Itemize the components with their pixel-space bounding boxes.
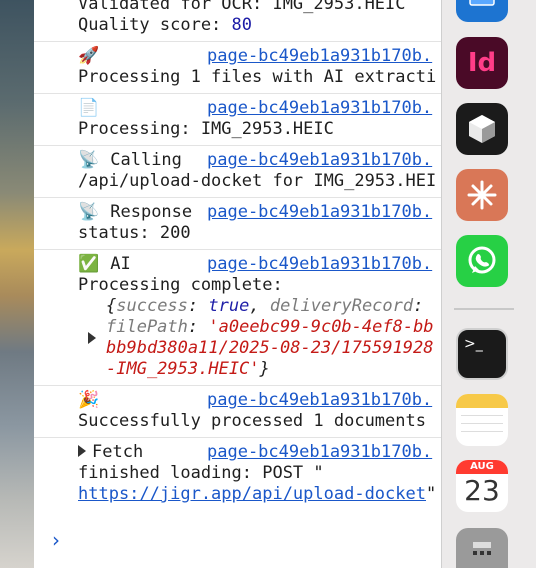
- source-link[interactable]: page-bc49eb1a931b170b.: [207, 98, 432, 119]
- console-message: status: 200: [78, 223, 191, 243]
- source-link[interactable]: page-bc49eb1a931b170b.: [207, 46, 432, 67]
- outlook-icon: [469, 0, 495, 6]
- object-key: success: [116, 296, 188, 316]
- calculator-app-icon[interactable]: [456, 528, 508, 568]
- console-message: /api/upload-docket for IMG_2953.HEI: [78, 171, 437, 191]
- console-message-head: AI: [110, 254, 131, 274]
- console-message-url-line: https://jigr.app/api/upload-docket": [72, 484, 454, 505]
- object-key: deliveryRecord: [269, 296, 414, 316]
- source-link[interactable]: page-bc49eb1a931b170b.: [207, 390, 432, 411]
- satellite-icon: 📡: [78, 202, 100, 222]
- console-entry: 🎉 page-bc49eb1a931b170b. Successfully pro…: [34, 386, 454, 438]
- terminal-prompt-glyph: >_: [464, 336, 483, 352]
- phone-bubble-icon: [468, 246, 496, 274]
- 3d-app-icon[interactable]: [456, 103, 508, 155]
- object-brace: {: [106, 296, 117, 316]
- desktop-background: [0, 0, 34, 568]
- request-url-link[interactable]: https://jigr.app/api/upload-docket: [78, 484, 426, 504]
- object-colon: :: [187, 317, 209, 337]
- rocket-icon: 🚀: [78, 46, 100, 66]
- calendar-day: 23: [464, 474, 500, 507]
- expand-triangle-icon[interactable]: [88, 332, 96, 344]
- party-popper-icon: 🎉: [78, 390, 100, 410]
- object-comma: ,: [249, 296, 270, 316]
- asterisk-icon: [467, 180, 497, 210]
- object-brace: }: [259, 359, 270, 379]
- console-entry: 📄 page-bc49eb1a931b170b. Processing: IMG_…: [34, 94, 454, 146]
- console-prompt-icon[interactable]: ›: [52, 530, 60, 551]
- console-message: Processing complete:: [78, 275, 283, 295]
- console-message-head: Fetch: [92, 442, 144, 462]
- console-entry: 📡 Response page-bc49eb1a931b170b. status:…: [34, 198, 454, 250]
- object-colon: :: [187, 296, 209, 316]
- console-message: Validated for OCR: IMG_2953.HEIC: [78, 0, 406, 14]
- outlook-app-icon[interactable]: [456, 0, 508, 22]
- object-key: filePath: [106, 317, 188, 337]
- claude-app-icon[interactable]: [456, 169, 508, 221]
- console-message: Successfully processed 1 documents: [78, 411, 426, 431]
- console-message-head: Response: [110, 202, 193, 222]
- calculator-icon: [473, 542, 491, 555]
- object-colon: :: [413, 296, 424, 316]
- calendar-month: AUG: [456, 460, 508, 474]
- dock-separator: [454, 308, 514, 310]
- console-message-continued: Quality score: 80: [78, 15, 454, 36]
- console-entry: 📡 Calling page-bc49eb1a931b170b. /api/upl…: [34, 146, 454, 198]
- dock: Id >_ AUG 23: [441, 0, 536, 568]
- satellite-icon: 📡: [78, 150, 100, 170]
- console-entry: 🚀 page-bc49eb1a931b170b. Processing 1 fil…: [34, 42, 454, 94]
- quality-score: 80: [231, 15, 253, 35]
- source-link[interactable]: page-bc49eb1a931b170b.: [207, 202, 432, 223]
- check-icon: ✅: [78, 254, 100, 274]
- object-value: true: [208, 296, 250, 316]
- console-message: Processing 1 files with AI extracti: [78, 67, 437, 87]
- notes-header-bar: [456, 394, 508, 408]
- notes-line: [461, 431, 503, 432]
- page-icon: 📄: [78, 98, 100, 118]
- console-entry: ✅ AI page-bc49eb1a931b170b. Processing co…: [34, 250, 454, 386]
- quote-mark: ": [426, 484, 437, 504]
- indesign-app-icon[interactable]: Id: [456, 37, 508, 89]
- source-link[interactable]: page-bc49eb1a931b170b.: [207, 442, 432, 463]
- console-entry: Validated for OCR: IMG_2953.HEIC Quality…: [34, 0, 454, 42]
- calendar-app-icon[interactable]: AUG 23: [456, 460, 508, 512]
- notes-line: [461, 423, 503, 424]
- console-message: finished loading: POST ": [78, 463, 324, 483]
- console-message: Processing: IMG_2953.HEIC: [78, 119, 334, 139]
- object-string: bb9bd380a11/2025-08-23/175591928: [106, 338, 434, 358]
- devtools-console[interactable]: Validated for OCR: IMG_2953.HEIC Quality…: [34, 0, 454, 568]
- object-string: 'a0eebc99-9c0b-4ef8-bb: [208, 317, 434, 337]
- console-entry: Fetch page-bc49eb1a931b170b. finished loa…: [34, 438, 454, 510]
- indesign-icon-label: Id: [467, 48, 497, 78]
- expand-triangle-icon[interactable]: [78, 445, 86, 457]
- quality-label: Quality score:: [78, 15, 232, 35]
- source-link[interactable]: page-bc49eb1a931b170b.: [207, 150, 432, 171]
- notes-app-icon[interactable]: [456, 394, 508, 446]
- console-object[interactable]: {success: true, deliveryRecord: filePath…: [78, 296, 454, 380]
- source-link[interactable]: page-bc49eb1a931b170b.: [207, 254, 432, 275]
- object-string: -IMG_2953.HEIC': [106, 359, 260, 379]
- notes-line: [461, 415, 503, 416]
- cube-icon: [469, 115, 495, 143]
- terminal-app-icon[interactable]: >_: [456, 328, 508, 380]
- console-message-head: Calling: [110, 150, 182, 170]
- whatsapp-app-icon[interactable]: [456, 235, 508, 287]
